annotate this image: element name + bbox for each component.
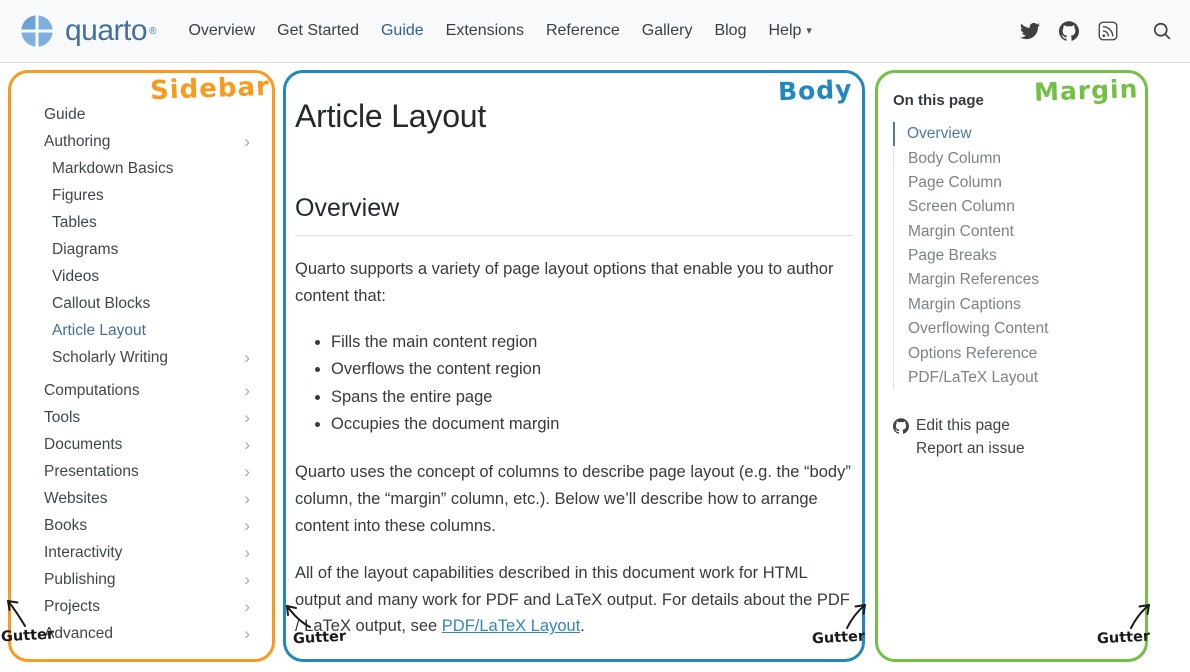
edit-this-page-link[interactable]: Edit this page <box>893 414 1131 437</box>
list-item: Overflows the content region <box>331 356 853 384</box>
sidebar-item-interactivity[interactable]: Interactivity› <box>44 539 252 566</box>
nav-link-extensions[interactable]: Extensions <box>446 22 524 40</box>
sidebar-item-figures[interactable]: Figures <box>44 182 252 209</box>
chevron-right-icon: › <box>244 381 252 401</box>
sidebar-item-callout-blocks[interactable]: Callout Blocks <box>44 290 252 317</box>
pdf-latex-layout-link[interactable]: PDF/LaTeX Layout <box>442 617 581 635</box>
list-item: Fills the main content region <box>331 329 853 357</box>
chevron-right-icon: › <box>244 597 252 617</box>
sidebar-item-tables[interactable]: Tables <box>44 209 252 236</box>
page-title: Article Layout <box>295 98 853 135</box>
sidebar-item-scholarly-writing[interactable]: Scholarly Writing› <box>44 344 252 371</box>
gutter-label: Gutter <box>1097 629 1151 648</box>
toc-item-overflowing-content[interactable]: Overflowing Content <box>894 317 1131 341</box>
sidebar-item-videos[interactable]: Videos <box>44 263 252 290</box>
top-navbar: quarto ® Overview Get Started Guide Exte… <box>0 0 1190 63</box>
chevron-right-icon: › <box>244 132 252 152</box>
sidebar-item-article-layout[interactable]: Article Layout <box>44 317 252 344</box>
on-this-page-toc: On this page Overview Body Column Page C… <box>893 92 1131 460</box>
sidebar-item-presentations[interactable]: Presentations› <box>44 458 252 485</box>
nav-link-get-started[interactable]: Get Started <box>277 22 359 40</box>
search-icon[interactable] <box>1152 21 1172 41</box>
quarto-logo-icon <box>18 12 56 50</box>
sidebar-item-computations[interactable]: Computations› <box>44 377 252 404</box>
chevron-right-icon: › <box>244 489 252 509</box>
sidebar-item-advanced[interactable]: Advanced› <box>44 620 252 647</box>
quarto-logo[interactable]: quarto ® <box>18 12 156 50</box>
sidebar-item-guide[interactable]: Guide <box>44 101 252 128</box>
sidebar-item-publishing[interactable]: Publishing› <box>44 566 252 593</box>
registered-mark: ® <box>149 26 156 37</box>
caret-down-icon: ▾ <box>806 24 812 37</box>
section-heading-overview: Overview <box>295 194 853 236</box>
toc-list: Overview Body Column Page Column Screen … <box>893 122 1131 390</box>
doc-sidebar: Guide Authoring› Markdown Basics Figures… <box>44 101 252 647</box>
nav-link-gallery[interactable]: Gallery <box>642 22 693 40</box>
gutter-label: Gutter <box>1 627 55 646</box>
list-item: Occupies the document margin <box>331 411 853 439</box>
chevron-right-icon: › <box>244 348 252 368</box>
toc-actions: Edit this page Report an issue <box>893 414 1131 460</box>
toc-item-body-column[interactable]: Body Column <box>894 146 1131 170</box>
sidebar-item-authoring[interactable]: Authoring› <box>44 128 252 155</box>
github-icon <box>893 418 909 434</box>
toc-item-page-column[interactable]: Page Column <box>894 171 1131 195</box>
gutter-label: Gutter <box>293 629 347 648</box>
chevron-right-icon: › <box>244 543 252 563</box>
nav-link-guide[interactable]: Guide <box>381 22 424 40</box>
sidebar-item-documents[interactable]: Documents› <box>44 431 252 458</box>
nav-link-help[interactable]: Help▾ <box>768 22 811 40</box>
toc-item-options-reference[interactable]: Options Reference <box>894 341 1131 365</box>
article-content: Article Layout Overview Quarto supports … <box>295 70 853 640</box>
toc-item-overview[interactable]: Overview <box>893 122 1132 146</box>
layout-options-list: Fills the main content region Overflows … <box>295 329 853 439</box>
paragraph: Quarto uses the concept of columns to de… <box>295 459 853 540</box>
toc-item-screen-column[interactable]: Screen Column <box>894 195 1131 219</box>
brand-name: quarto <box>65 14 147 48</box>
paragraph: All of the layout capabilities described… <box>295 560 853 641</box>
nav-link-blog[interactable]: Blog <box>714 22 746 40</box>
report-an-issue-link[interactable]: Report an issue <box>893 437 1131 460</box>
gutter-arrow <box>283 599 313 634</box>
paragraph: Quarto supports a variety of page layout… <box>295 256 853 310</box>
list-item: Spans the entire page <box>331 384 853 412</box>
github-icon[interactable] <box>1059 21 1079 41</box>
twitter-icon[interactable] <box>1020 21 1040 41</box>
chevron-right-icon: › <box>244 516 252 536</box>
chevron-right-icon: › <box>244 408 252 428</box>
chevron-right-icon: › <box>244 624 252 644</box>
main-nav: Overview Get Started Guide Extensions Re… <box>188 22 811 40</box>
chevron-right-icon: › <box>244 570 252 590</box>
sidebar-item-diagrams[interactable]: Diagrams <box>44 236 252 263</box>
toc-item-pdf-latex-layout[interactable]: PDF/LaTeX Layout <box>894 366 1131 390</box>
chevron-right-icon: › <box>244 462 252 482</box>
sidebar-item-books[interactable]: Books› <box>44 512 252 539</box>
toc-item-page-breaks[interactable]: Page Breaks <box>894 244 1131 268</box>
rss-icon[interactable] <box>1098 21 1118 41</box>
nav-link-overview[interactable]: Overview <box>188 22 255 40</box>
nav-link-reference[interactable]: Reference <box>546 22 620 40</box>
gutter-label: Gutter <box>812 629 866 648</box>
sidebar-item-markdown-basics[interactable]: Markdown Basics <box>44 155 252 182</box>
sidebar-item-tools[interactable]: Tools› <box>44 404 252 431</box>
toc-item-margin-references[interactable]: Margin References <box>894 268 1131 292</box>
sidebar-item-projects[interactable]: Projects› <box>44 593 252 620</box>
toc-heading: On this page <box>893 92 1131 109</box>
sidebar-item-websites[interactable]: Websites› <box>44 485 252 512</box>
chevron-right-icon: › <box>244 435 252 455</box>
toc-item-margin-captions[interactable]: Margin Captions <box>894 293 1131 317</box>
navbar-icon-group <box>1020 21 1172 41</box>
toc-item-margin-content[interactable]: Margin Content <box>894 220 1131 244</box>
